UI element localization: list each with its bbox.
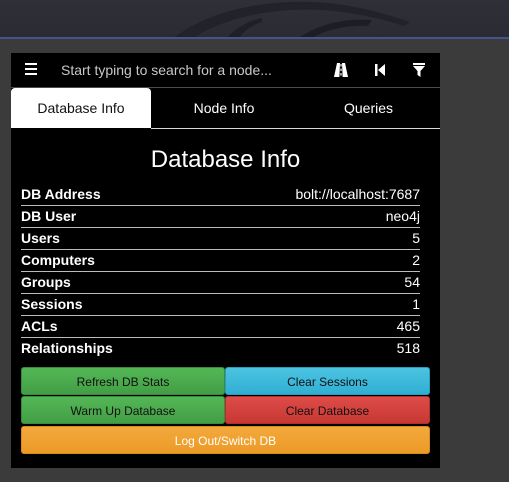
stat-value: neo4j bbox=[385, 208, 420, 224]
refresh-db-stats-button[interactable]: Refresh DB Stats bbox=[21, 367, 225, 395]
database-stats-table: DB Address bolt://localhost:7687 DB User… bbox=[21, 184, 420, 359]
stat-label: Computers bbox=[21, 252, 95, 268]
tab-queries[interactable]: Queries bbox=[297, 88, 440, 128]
clear-sessions-button[interactable]: Clear Sessions bbox=[225, 367, 430, 395]
header-background-art bbox=[175, 1, 410, 37]
stat-row-acls: ACLs 465 bbox=[21, 316, 420, 338]
stat-value: 465 bbox=[396, 318, 420, 334]
road-pathfinding-icon[interactable] bbox=[333, 62, 349, 78]
stat-row-db-address: DB Address bolt://localhost:7687 bbox=[21, 184, 420, 206]
clear-database-button[interactable]: Clear Database bbox=[225, 396, 430, 424]
hamburger-menu-icon[interactable] bbox=[23, 60, 39, 78]
tabs-underline bbox=[151, 128, 440, 129]
stat-value: 1 bbox=[412, 296, 420, 312]
stat-row-computers: Computers 2 bbox=[21, 250, 420, 272]
stat-value: 2 bbox=[412, 252, 420, 268]
panel-tabs: Database Info Node Info Queries bbox=[11, 88, 440, 128]
stat-row-sessions: Sessions 1 bbox=[21, 294, 420, 316]
warm-up-database-button[interactable]: Warm Up Database bbox=[21, 396, 225, 424]
stat-value: 518 bbox=[396, 340, 420, 356]
page-title: Database Info bbox=[150, 146, 301, 173]
stat-label: DB Address bbox=[21, 186, 101, 202]
stat-label: Sessions bbox=[21, 296, 83, 312]
stat-value: 54 bbox=[404, 274, 420, 290]
stat-label: ACLs bbox=[21, 318, 58, 334]
stat-value: bolt://localhost:7687 bbox=[295, 186, 420, 202]
tab-database-info[interactable]: Database Info bbox=[11, 88, 151, 128]
stat-row-relationships: Relationships 518 bbox=[21, 338, 420, 359]
search-bar bbox=[11, 53, 440, 87]
stat-row-users: Users 5 bbox=[21, 228, 420, 250]
log-out-switch-db-button[interactable]: Log Out/Switch DB bbox=[21, 426, 430, 454]
stat-value: 5 bbox=[412, 230, 420, 246]
stat-row-db-user: DB User neo4j bbox=[21, 206, 420, 228]
filter-icon[interactable] bbox=[411, 62, 427, 78]
stat-label: Groups bbox=[21, 274, 71, 290]
header-accent-line bbox=[0, 37, 509, 39]
node-search-input[interactable] bbox=[53, 59, 339, 81]
stat-label: Relationships bbox=[21, 340, 113, 356]
stat-label: Users bbox=[21, 230, 60, 246]
app-header-bar bbox=[0, 0, 509, 37]
tab-node-info[interactable]: Node Info bbox=[151, 88, 297, 128]
step-backward-icon[interactable] bbox=[372, 62, 388, 78]
stat-row-groups: Groups 54 bbox=[21, 272, 420, 294]
database-info-panel: Database Info Node Info Queries Database… bbox=[11, 53, 440, 468]
stat-label: DB User bbox=[21, 208, 77, 224]
